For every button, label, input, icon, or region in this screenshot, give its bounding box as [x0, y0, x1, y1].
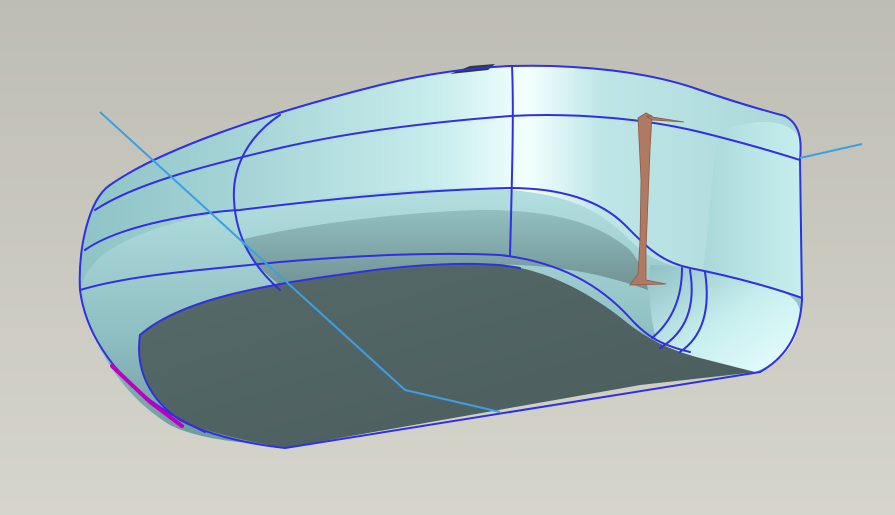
cad-viewport[interactable] — [0, 0, 895, 515]
cad-canvas[interactable] — [0, 0, 895, 515]
